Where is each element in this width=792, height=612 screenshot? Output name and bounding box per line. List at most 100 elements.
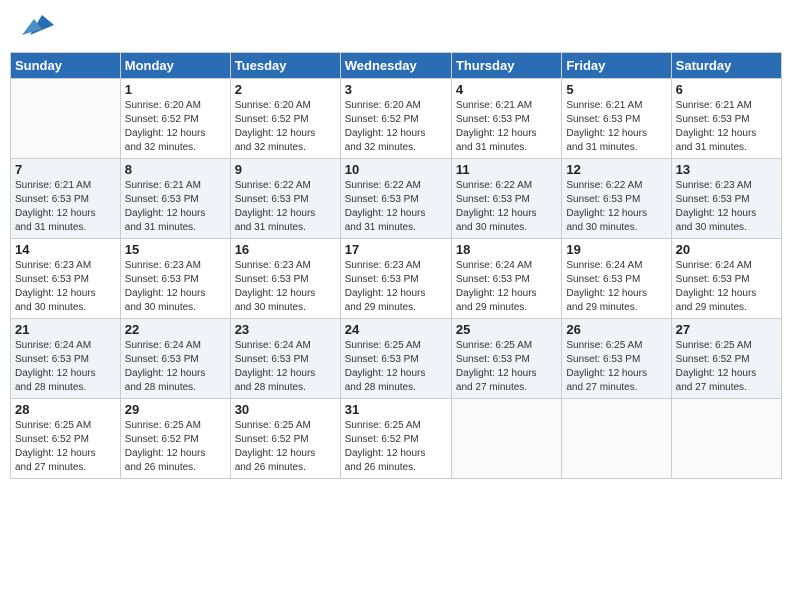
day-info: Sunrise: 6:23 AM Sunset: 6:53 PM Dayligh…	[235, 259, 336, 315]
day-number: 25	[456, 322, 557, 337]
calendar-cell: 31Sunrise: 6:25 AM Sunset: 6:52 PM Dayli…	[340, 399, 451, 479]
weekday-wednesday: Wednesday	[340, 53, 451, 79]
day-info: Sunrise: 6:20 AM Sunset: 6:52 PM Dayligh…	[235, 99, 336, 155]
day-info: Sunrise: 6:22 AM Sunset: 6:53 PM Dayligh…	[235, 179, 336, 235]
day-info: Sunrise: 6:24 AM Sunset: 6:53 PM Dayligh…	[15, 339, 116, 395]
day-number: 11	[456, 162, 557, 177]
calendar-week-3: 14 Sunrise: 6:23 AM Sunset: 6:53 PM Dayli…	[11, 239, 782, 319]
day-number: 19	[566, 242, 666, 257]
day-info: Sunrise: 6:23 AM Sunset: 6:53 PM Dayligh…	[15, 259, 116, 315]
calendar-cell: 1 Sunrise: 6:20 AM Sunset: 6:52 PM Daylig…	[120, 79, 230, 159]
calendar-cell: 11 Sunrise: 6:22 AM Sunset: 6:53 PM Dayli…	[451, 159, 561, 239]
calendar-cell: 28 Sunrise: 6:25 AM Sunset: 6:52 PM Dayli…	[11, 399, 121, 479]
calendar-cell: 15 Sunrise: 6:23 AM Sunset: 6:53 PM Dayli…	[120, 239, 230, 319]
day-info: Sunrise: 6:21 AM Sunset: 6:53 PM Dayligh…	[15, 179, 116, 235]
calendar-cell: 4 Sunrise: 6:21 AM Sunset: 6:53 PM Daylig…	[451, 79, 561, 159]
day-info: Sunrise: 6:22 AM Sunset: 6:53 PM Dayligh…	[456, 179, 557, 235]
calendar-cell: 6 Sunrise: 6:21 AM Sunset: 6:53 PM Daylig…	[671, 79, 781, 159]
day-number: 17	[345, 242, 447, 257]
day-number: 14	[15, 242, 116, 257]
day-number: 5	[566, 82, 666, 97]
calendar-cell: 8Sunrise: 6:21 AM Sunset: 6:53 PM Daylig…	[120, 159, 230, 239]
day-number: 15	[125, 242, 226, 257]
day-info: Sunrise: 6:24 AM Sunset: 6:53 PM Dayligh…	[125, 339, 226, 395]
calendar-week-1: 1 Sunrise: 6:20 AM Sunset: 6:52 PM Daylig…	[11, 79, 782, 159]
day-info: Sunrise: 6:22 AM Sunset: 6:53 PM Dayligh…	[345, 179, 447, 235]
calendar-week-5: 28 Sunrise: 6:25 AM Sunset: 6:52 PM Dayli…	[11, 399, 782, 479]
day-number: 12	[566, 162, 666, 177]
day-info: Sunrise: 6:25 AM Sunset: 6:53 PM Dayligh…	[345, 339, 447, 395]
weekday-saturday: Saturday	[671, 53, 781, 79]
day-number: 20	[676, 242, 777, 257]
day-info: Sunrise: 6:25 AM Sunset: 6:53 PM Dayligh…	[566, 339, 666, 395]
day-info: Sunrise: 6:25 AM Sunset: 6:52 PM Dayligh…	[235, 419, 336, 475]
calendar-cell: 29Sunrise: 6:25 AM Sunset: 6:52 PM Dayli…	[120, 399, 230, 479]
calendar-cell	[562, 399, 671, 479]
weekday-friday: Friday	[562, 53, 671, 79]
day-number: 13	[676, 162, 777, 177]
day-info: Sunrise: 6:25 AM Sunset: 6:52 PM Dayligh…	[125, 419, 226, 475]
day-info: Sunrise: 6:20 AM Sunset: 6:52 PM Dayligh…	[125, 99, 226, 155]
day-number: 31	[345, 402, 447, 417]
logo	[20, 18, 54, 42]
day-info: Sunrise: 6:24 AM Sunset: 6:53 PM Dayligh…	[566, 259, 666, 315]
day-info: Sunrise: 6:23 AM Sunset: 6:53 PM Dayligh…	[676, 179, 777, 235]
calendar-cell: 12Sunrise: 6:22 AM Sunset: 6:53 PM Dayli…	[562, 159, 671, 239]
calendar-cell: 23Sunrise: 6:24 AM Sunset: 6:53 PM Dayli…	[230, 319, 340, 399]
calendar-cell: 14 Sunrise: 6:23 AM Sunset: 6:53 PM Dayli…	[11, 239, 121, 319]
day-number: 1	[125, 82, 226, 97]
calendar-cell	[671, 399, 781, 479]
day-number: 4	[456, 82, 557, 97]
calendar-cell: 3Sunrise: 6:20 AM Sunset: 6:52 PM Daylig…	[340, 79, 451, 159]
calendar-cell: 26 Sunrise: 6:25 AM Sunset: 6:53 PM Dayli…	[562, 319, 671, 399]
day-number: 28	[15, 402, 116, 417]
day-number: 6	[676, 82, 777, 97]
day-number: 26	[566, 322, 666, 337]
calendar-cell: 9Sunrise: 6:22 AM Sunset: 6:53 PM Daylig…	[230, 159, 340, 239]
day-number: 10	[345, 162, 447, 177]
calendar-cell: 20Sunrise: 6:24 AM Sunset: 6:53 PM Dayli…	[671, 239, 781, 319]
day-info: Sunrise: 6:21 AM Sunset: 6:53 PM Dayligh…	[456, 99, 557, 155]
day-number: 7	[15, 162, 116, 177]
calendar-cell: 25 Sunrise: 6:25 AM Sunset: 6:53 PM Dayli…	[451, 319, 561, 399]
day-info: Sunrise: 6:20 AM Sunset: 6:52 PM Dayligh…	[345, 99, 447, 155]
day-info: Sunrise: 6:23 AM Sunset: 6:53 PM Dayligh…	[345, 259, 447, 315]
day-number: 27	[676, 322, 777, 337]
day-number: 30	[235, 402, 336, 417]
calendar-cell	[451, 399, 561, 479]
weekday-sunday: Sunday	[11, 53, 121, 79]
day-number: 24	[345, 322, 447, 337]
logo-icon	[22, 11, 54, 39]
day-info: Sunrise: 6:25 AM Sunset: 6:52 PM Dayligh…	[676, 339, 777, 395]
day-info: Sunrise: 6:21 AM Sunset: 6:53 PM Dayligh…	[566, 99, 666, 155]
day-info: Sunrise: 6:21 AM Sunset: 6:53 PM Dayligh…	[676, 99, 777, 155]
calendar-cell: 30 Sunrise: 6:25 AM Sunset: 6:52 PM Dayli…	[230, 399, 340, 479]
calendar-cell: 7 Sunrise: 6:21 AM Sunset: 6:53 PM Daylig…	[11, 159, 121, 239]
day-number: 16	[235, 242, 336, 257]
calendar-cell: 5 Sunrise: 6:21 AM Sunset: 6:53 PM Daylig…	[562, 79, 671, 159]
calendar-week-4: 21 Sunrise: 6:24 AM Sunset: 6:53 PM Dayli…	[11, 319, 782, 399]
day-info: Sunrise: 6:24 AM Sunset: 6:53 PM Dayligh…	[235, 339, 336, 395]
day-number: 8	[125, 162, 226, 177]
day-number: 22	[125, 322, 226, 337]
calendar-cell: 24 Sunrise: 6:25 AM Sunset: 6:53 PM Dayli…	[340, 319, 451, 399]
day-info: Sunrise: 6:24 AM Sunset: 6:53 PM Dayligh…	[456, 259, 557, 315]
day-number: 21	[15, 322, 116, 337]
calendar-cell: 16 Sunrise: 6:23 AM Sunset: 6:53 PM Dayli…	[230, 239, 340, 319]
calendar-cell: 18 Sunrise: 6:24 AM Sunset: 6:53 PM Dayli…	[451, 239, 561, 319]
calendar-cell: 21 Sunrise: 6:24 AM Sunset: 6:53 PM Dayli…	[11, 319, 121, 399]
day-number: 18	[456, 242, 557, 257]
calendar-week-2: 7 Sunrise: 6:21 AM Sunset: 6:53 PM Daylig…	[11, 159, 782, 239]
calendar-cell: 17 Sunrise: 6:23 AM Sunset: 6:53 PM Dayli…	[340, 239, 451, 319]
day-info: Sunrise: 6:23 AM Sunset: 6:53 PM Dayligh…	[125, 259, 226, 315]
calendar-cell: 2 Sunrise: 6:20 AM Sunset: 6:52 PM Daylig…	[230, 79, 340, 159]
calendar-cell: 27 Sunrise: 6:25 AM Sunset: 6:52 PM Dayli…	[671, 319, 781, 399]
day-number: 2	[235, 82, 336, 97]
calendar-cell: 10 Sunrise: 6:22 AM Sunset: 6:53 PM Dayli…	[340, 159, 451, 239]
weekday-monday: Monday	[120, 53, 230, 79]
page-header	[10, 10, 782, 46]
weekday-header-row: SundayMondayTuesdayWednesdayThursdayFrid…	[11, 53, 782, 79]
day-info: Sunrise: 6:25 AM Sunset: 6:53 PM Dayligh…	[456, 339, 557, 395]
day-info: Sunrise: 6:25 AM Sunset: 6:52 PM Dayligh…	[15, 419, 116, 475]
calendar-table: SundayMondayTuesdayWednesdayThursdayFrid…	[10, 52, 782, 479]
